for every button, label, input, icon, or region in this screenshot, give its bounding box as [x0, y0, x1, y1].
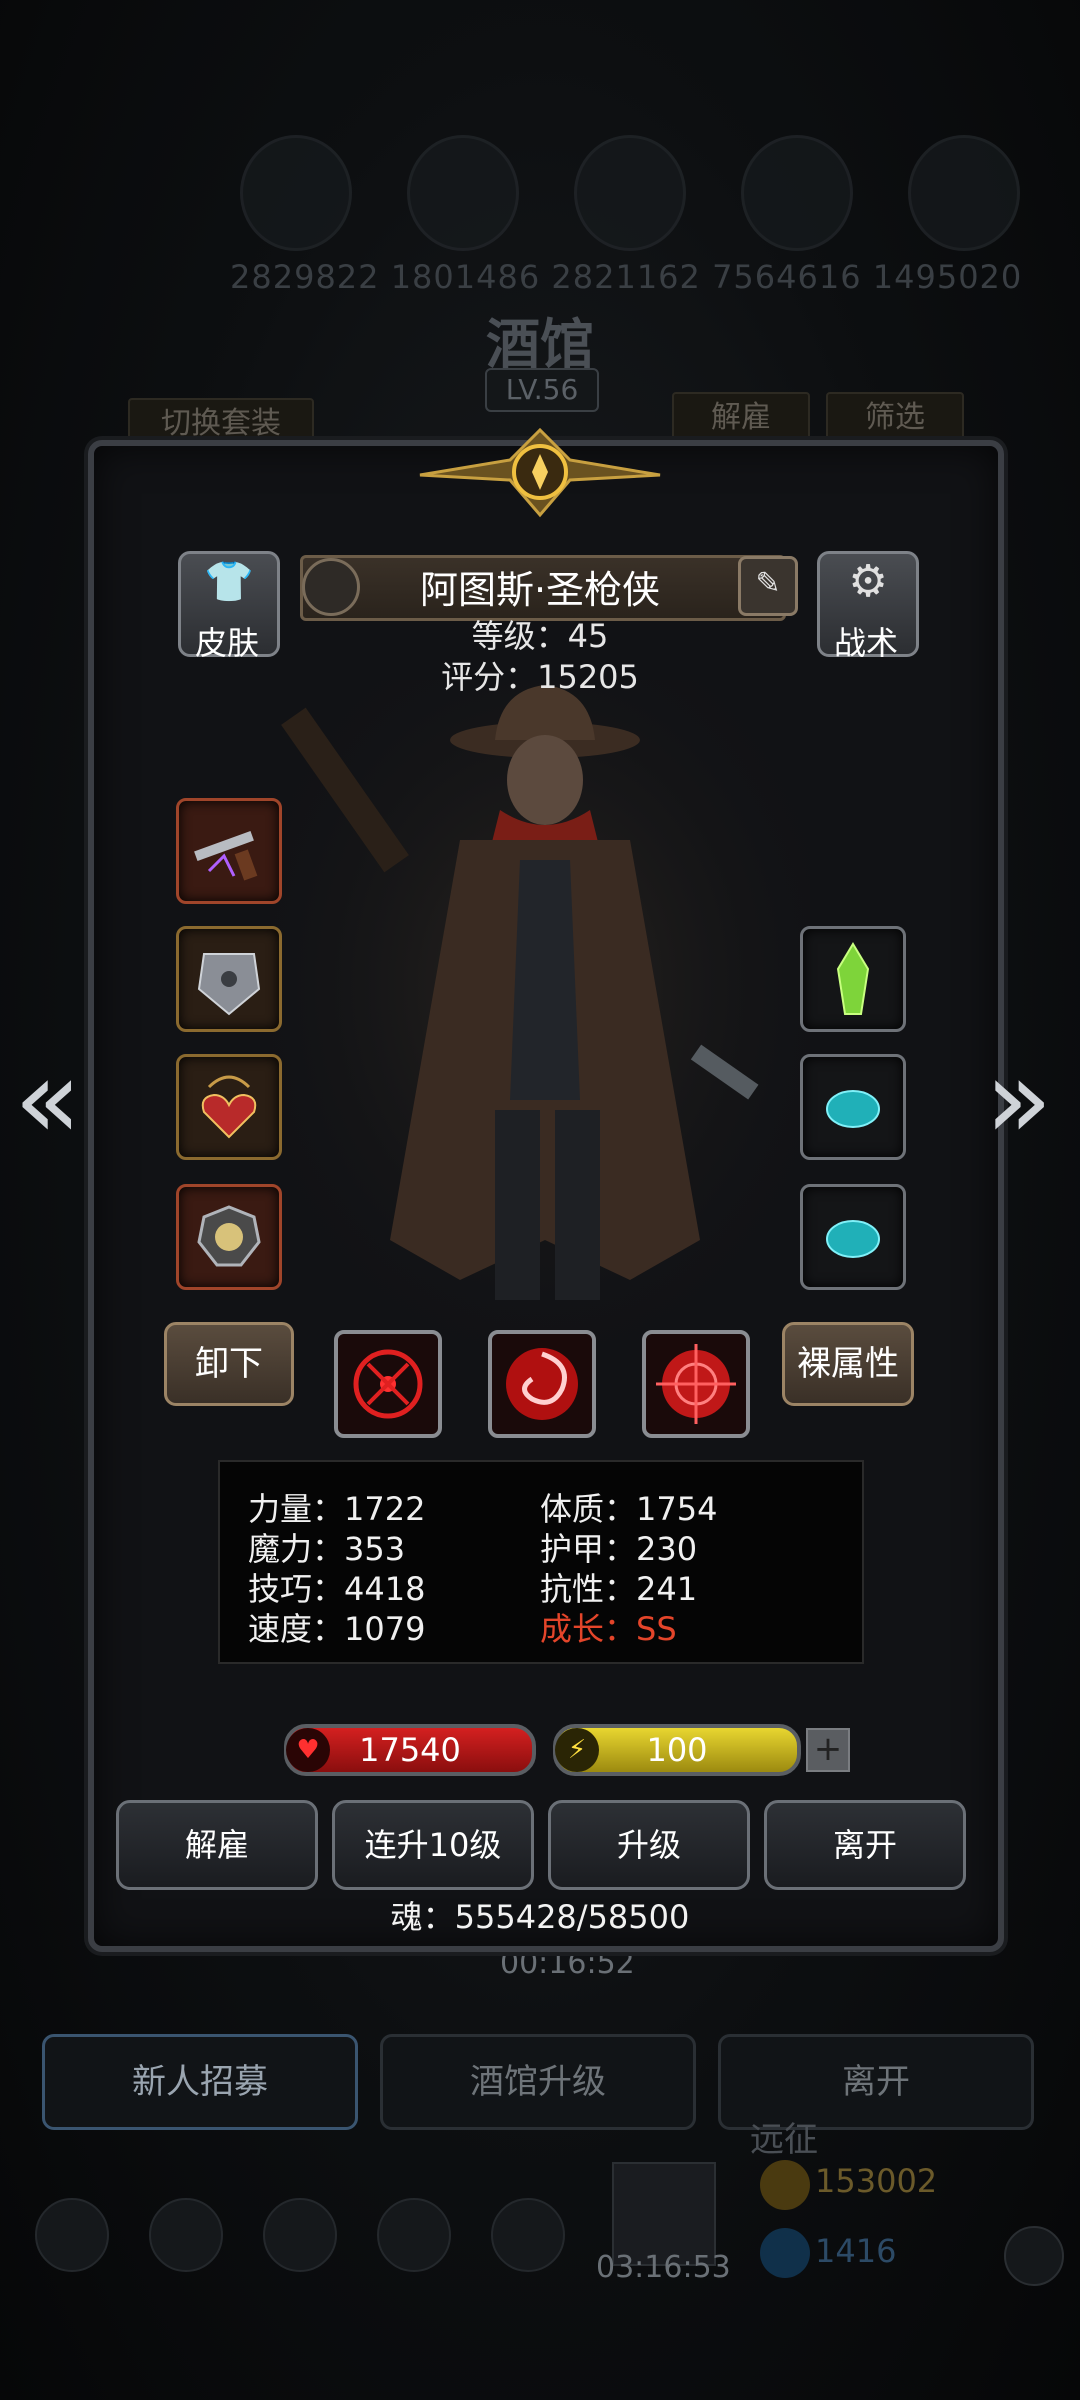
tactics-label: 战术 — [833, 624, 898, 662]
bare-stats-button[interactable]: 裸属性 — [782, 1322, 914, 1406]
leave-button[interactable]: 离开 — [764, 1800, 966, 1890]
equip-slot-armor[interactable] — [176, 926, 282, 1032]
filter-button[interactable]: 筛选 — [826, 392, 964, 444]
tab-new-recruit[interactable]: 新人招募 — [42, 2034, 358, 2130]
bg-dismiss-button[interactable]: 解雇 — [672, 392, 810, 444]
attr-speed: 速度：1079 — [248, 1610, 426, 1648]
hero-level: 等级：45 — [471, 617, 609, 655]
panel-crest-ornament — [419, 427, 661, 518]
bg-add-icon[interactable] — [1004, 2226, 1064, 2286]
skin-label: 皮肤 — [194, 624, 259, 662]
nav-icon-3[interactable] — [263, 2198, 337, 2272]
gem-slot-2[interactable] — [800, 1054, 906, 1160]
heart-amulet-icon — [201, 1075, 257, 1139]
equip-slot-weapon[interactable] — [176, 798, 282, 904]
hp-value: 17540 — [359, 1731, 461, 1769]
gold-coin-icon — [760, 2160, 810, 2210]
nav-icon-4[interactable] — [377, 2198, 451, 2272]
next-hero-arrow[interactable]: » — [985, 1035, 1052, 1163]
skill-slot-1[interactable] — [334, 1330, 442, 1438]
tab-tavern-upgrade[interactable]: 酒馆升级 — [380, 2034, 696, 2130]
unequip-button[interactable]: 卸下 — [164, 1322, 294, 1406]
bottom-nav-icons — [35, 2198, 565, 2272]
hero-portrait — [270, 680, 810, 1360]
teal-gem-icon — [826, 1220, 880, 1258]
attr-growth: 成长：SS — [540, 1610, 677, 1648]
gear-icon: ⚙ — [848, 556, 888, 607]
background-id-row: 2829822 1801486 2821162 7564616 1495020 — [230, 258, 1023, 296]
skill-slot-2[interactable] — [488, 1330, 596, 1438]
energy-bar: ⚡ 100 — [553, 1724, 801, 1776]
prev-hero-arrow[interactable]: « — [14, 1035, 81, 1163]
nav-icon-1[interactable] — [35, 2198, 109, 2272]
level-up-button[interactable]: 升级 — [548, 1800, 750, 1890]
gift-timer: 03:16:53 — [596, 2250, 731, 2285]
edit-name-icon[interactable]: ✎ — [738, 556, 798, 616]
teal-gem-icon — [826, 1090, 880, 1128]
flintlock-pistol-icon — [194, 831, 258, 881]
armor-icon — [197, 953, 261, 1016]
expedition-label: 远征 — [750, 2120, 818, 2160]
hero-score: 评分：15205 — [441, 658, 639, 696]
shirt-icon: 👕 — [204, 559, 254, 605]
hp-bar: ♥ 17540 — [284, 1724, 536, 1776]
swirl-skill-icon — [506, 1348, 578, 1420]
background-resource-icons — [240, 135, 1020, 251]
bg-icon-5 — [908, 135, 1020, 251]
hero-name: 阿图斯·圣枪侠 — [419, 568, 661, 612]
bg-icon-4 — [741, 135, 853, 251]
nav-icon-2[interactable] — [149, 2198, 223, 2272]
add-energy-button[interactable]: + — [806, 1728, 850, 1772]
crosshair-skill-icon — [353, 1349, 423, 1419]
green-crystal-icon — [836, 942, 870, 1015]
level-up-10-button[interactable]: 连升10级 — [332, 1800, 534, 1890]
target-skill-icon — [656, 1344, 736, 1424]
energy-value: 100 — [646, 1731, 708, 1769]
gold-amount: 153002 — [815, 2162, 938, 2200]
equip-slot-amulet[interactable] — [176, 1054, 282, 1160]
nav-icon-5[interactable] — [491, 2198, 565, 2272]
gem-icon — [760, 2228, 810, 2278]
ring-icon — [197, 1205, 261, 1267]
bg-icon-3 — [574, 135, 686, 251]
skill-slot-3[interactable] — [642, 1330, 750, 1438]
equip-slot-ring[interactable] — [176, 1184, 282, 1290]
soul-counter: 魂：555428/58500 — [390, 1898, 690, 1936]
gem-slot-1[interactable] — [800, 926, 906, 1032]
gem-amount: 1416 — [815, 2232, 897, 2270]
dismiss-button[interactable]: 解雇 — [116, 1800, 318, 1890]
bg-icon-2 — [407, 135, 519, 251]
tavern-level-badge: LV.56 — [485, 368, 599, 412]
gem-slot-3[interactable] — [800, 1184, 906, 1290]
bg-icon-1 — [240, 135, 352, 251]
